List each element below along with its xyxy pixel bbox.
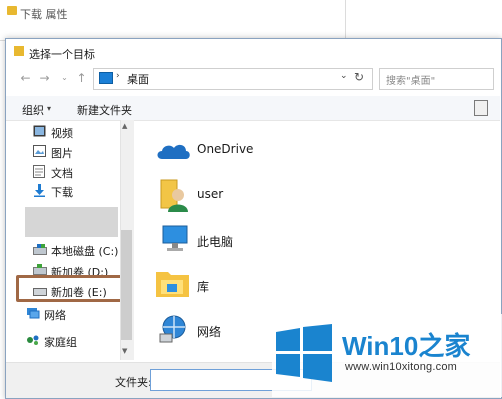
sidebar-item-videos[interactable]: 视频 bbox=[51, 125, 73, 141]
content-item-library[interactable]: 库 bbox=[197, 278, 209, 295]
download-icon bbox=[33, 184, 46, 200]
desktop-icon bbox=[99, 72, 113, 84]
drive-icon bbox=[33, 244, 47, 258]
organize-button[interactable]: 组织 bbox=[22, 102, 44, 118]
sidebar-item-network[interactable]: 网络 bbox=[44, 307, 66, 323]
content-item-user[interactable]: user bbox=[197, 187, 223, 201]
view-options-icon[interactable] bbox=[474, 100, 488, 116]
search-placeholder: 搜索"桌面" bbox=[386, 76, 436, 87]
content-item-onedrive[interactable]: OneDrive bbox=[197, 142, 253, 156]
homegroup-icon bbox=[26, 334, 40, 349]
user-folder-icon bbox=[160, 178, 188, 212]
obscured-item bbox=[25, 207, 118, 237]
sidebar-item-pictures[interactable]: 图片 bbox=[51, 145, 73, 161]
chevron-down-icon[interactable]: ⌄ bbox=[340, 71, 348, 81]
sidebar-item-documents[interactable]: 文档 bbox=[51, 165, 73, 181]
highlight-box bbox=[16, 275, 128, 302]
content-item-this-pc[interactable]: 此电脑 bbox=[197, 233, 233, 250]
picture-icon bbox=[33, 145, 46, 160]
folder-icon bbox=[7, 6, 17, 15]
library-icon bbox=[155, 268, 191, 298]
content-item-network[interactable]: 网络 bbox=[197, 323, 221, 340]
chevron-right-icon[interactable]: › bbox=[116, 71, 120, 81]
chevron-down-icon[interactable]: ▾ bbox=[47, 104, 51, 113]
scroll-up-icon[interactable]: ▲ bbox=[122, 122, 127, 130]
scrollbar-thumb[interactable] bbox=[121, 230, 132, 340]
watermark-title-cn: 之家 bbox=[418, 331, 471, 361]
sidebar-item-downloads[interactable]: 下载 bbox=[51, 184, 73, 200]
back-arrow-icon[interactable]: ← bbox=[19, 71, 32, 85]
up-arrow-icon[interactable]: ↑ bbox=[75, 71, 88, 85]
watermark-url: www.win10xitong.com bbox=[345, 361, 458, 373]
computer-icon bbox=[158, 224, 192, 252]
properties-window-title: 下载 属性 bbox=[20, 8, 68, 21]
watermark-title-latin: Win10 bbox=[342, 331, 419, 361]
address-current[interactable]: 桌面 bbox=[127, 71, 149, 87]
sidebar-item-homegroup[interactable]: 家庭组 bbox=[44, 334, 77, 350]
scroll-down-icon[interactable]: ▼ bbox=[122, 347, 127, 355]
sidebar-item-drive-c[interactable]: 本地磁盘 (C:) bbox=[51, 243, 118, 259]
windows-logo-icon bbox=[274, 324, 334, 382]
network-icon bbox=[26, 307, 40, 322]
new-folder-button[interactable]: 新建文件夹 bbox=[77, 102, 132, 118]
forward-arrow-icon[interactable]: → bbox=[38, 71, 51, 85]
network-icon bbox=[158, 314, 188, 344]
onedrive-icon bbox=[155, 140, 191, 159]
watermark-title: Win10之家 bbox=[342, 326, 470, 363]
folder-label: 文件夹: bbox=[115, 376, 152, 389]
document-icon bbox=[33, 165, 45, 181]
video-icon bbox=[33, 125, 46, 140]
refresh-icon[interactable]: ↻ bbox=[354, 70, 364, 84]
dialog-title: 选择一个目标 bbox=[29, 48, 95, 61]
recent-dropdown-icon[interactable]: ⌄ bbox=[58, 71, 71, 85]
folder-icon bbox=[14, 46, 24, 56]
